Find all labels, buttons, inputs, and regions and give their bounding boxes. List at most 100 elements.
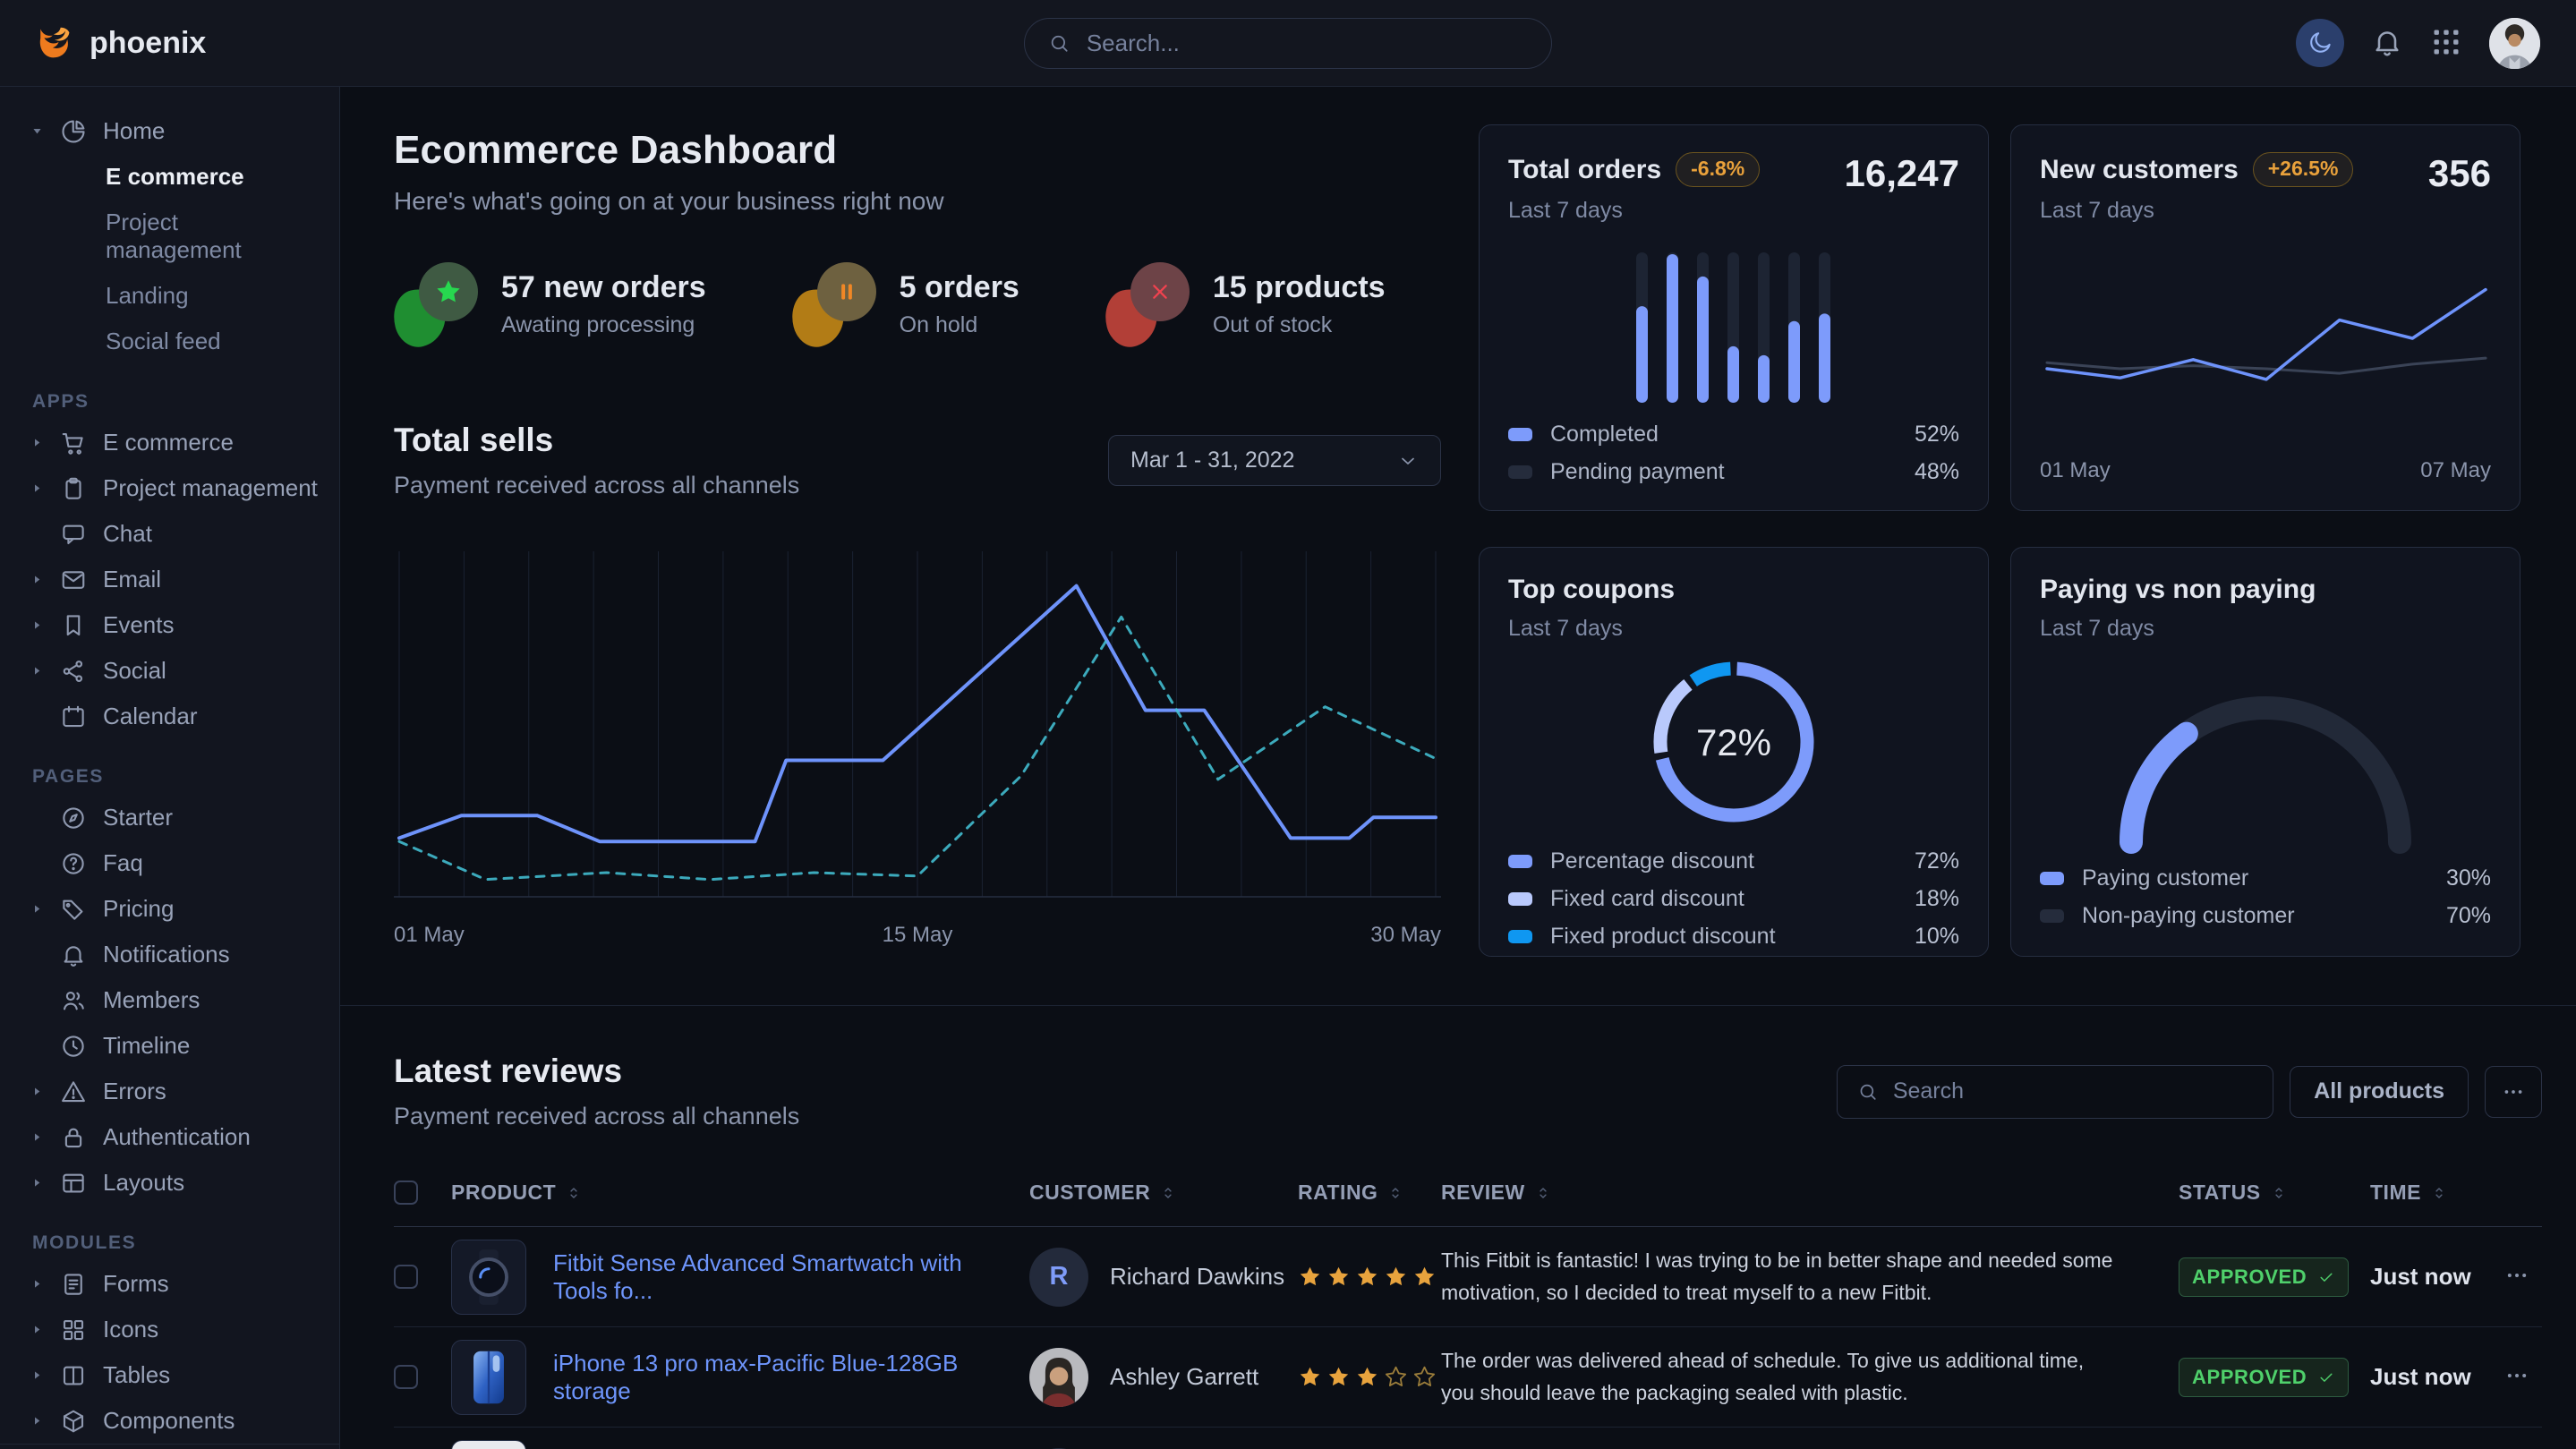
chevron-down-icon — [1397, 450, 1419, 472]
sidebar-item-social[interactable]: Social — [0, 648, 339, 694]
legend-item: Pending payment48% — [1508, 459, 1959, 485]
stat-amber: 5 ordersOn hold — [792, 262, 1019, 346]
total-orders-legend: Completed52%Pending payment48% — [1508, 422, 1959, 485]
sidebar-item-calendar[interactable]: Calendar — [0, 694, 339, 739]
sidebar-item-events[interactable]: Events — [0, 602, 339, 648]
column-label: STATUS — [2179, 1181, 2261, 1205]
apps-menu-button[interactable] — [2430, 26, 2462, 61]
sidebar-item-icons[interactable]: Icons — [0, 1307, 339, 1352]
sidebar-item-email[interactable]: Email — [0, 557, 339, 602]
legend-item: Non-paying customer70% — [2040, 903, 2491, 929]
legend-swatch — [1508, 930, 1532, 943]
sidebar-item-layouts[interactable]: Layouts — [0, 1160, 339, 1206]
product-cell — [451, 1440, 1029, 1449]
product-link[interactable]: iPhone 13 pro max-Pacific Blue-128GB sto… — [553, 1350, 1029, 1405]
column-header-rating[interactable]: RATING — [1298, 1181, 1441, 1205]
legend-swatch — [1508, 892, 1532, 906]
sidebar-subitem-e-commerce[interactable]: E commerce — [0, 154, 339, 200]
row-checkbox[interactable] — [394, 1265, 418, 1289]
legend-value: 18% — [1915, 886, 1959, 912]
total-sells-x-axis: 01 May 15 May 30 May — [394, 923, 1441, 948]
xmark-icon — [1146, 277, 1174, 306]
sidebar-item-components[interactable]: Components — [0, 1398, 339, 1444]
column-header-status[interactable]: STATUS — [2179, 1181, 2370, 1205]
review-text: The order was delivered ahead of schedul… — [1441, 1345, 2179, 1409]
reviews-subtitle: Payment received across all channels — [394, 1103, 799, 1130]
column-label: REVIEW — [1441, 1181, 1525, 1205]
column-header-review[interactable]: REVIEW — [1441, 1181, 2179, 1205]
reviews-table-header: PRODUCT CUSTOMER RATINGREVIEW STATUS TIME — [394, 1166, 2542, 1227]
all-products-button[interactable]: All products — [2290, 1066, 2469, 1118]
global-search-input[interactable] — [1087, 30, 1528, 57]
review-row — [394, 1428, 2542, 1449]
trend-badge: +26.5% — [2253, 152, 2354, 187]
sidebar-item-home[interactable]: Home — [0, 108, 339, 154]
row-menu-button[interactable] — [2492, 1363, 2542, 1391]
global-search[interactable] — [1024, 18, 1552, 69]
date-range-value: Mar 1 - 31, 2022 — [1130, 447, 1294, 473]
caret-right-icon — [30, 664, 44, 678]
column-label: CUSTOMER — [1029, 1181, 1150, 1205]
product-cell: iPhone 13 pro max-Pacific Blue-128GB sto… — [451, 1340, 1029, 1415]
legend-label: Non-paying customer — [2082, 903, 2295, 929]
sidebar-item-members[interactable]: Members — [0, 977, 339, 1023]
stat-bubble — [419, 262, 478, 321]
sidebar-item-authentication[interactable]: Authentication — [0, 1114, 339, 1160]
stat-text: 5 ordersOn hold — [900, 270, 1019, 338]
sidebar-item-project-management[interactable]: Project management — [0, 465, 339, 511]
sidebar-item-label: Timeline — [103, 1032, 190, 1060]
sidebar-item-notifications[interactable]: Notifications — [0, 932, 339, 977]
sidebar-subitem-landing[interactable]: Landing — [0, 273, 339, 319]
reviews-search-input[interactable] — [1893, 1078, 2253, 1104]
grid-menu-icon — [2430, 26, 2462, 58]
user-avatar[interactable] — [2489, 18, 2540, 69]
column-header-product[interactable]: PRODUCT — [451, 1181, 1029, 1205]
sidebar-item-starter[interactable]: Starter — [0, 795, 339, 840]
product-link[interactable]: Fitbit Sense Advanced Smartwatch with To… — [553, 1249, 1029, 1305]
legend-label: Pending payment — [1550, 459, 1725, 485]
sidebar-subitem-project-management[interactable]: Project management — [0, 200, 339, 273]
phoenix-flame-icon — [36, 22, 77, 64]
customer-cell: Ashley Garrett — [1029, 1348, 1298, 1407]
notifications-button[interactable] — [2371, 26, 2403, 61]
cube-icon — [60, 1408, 87, 1435]
sidebar-item-faq[interactable]: Faq — [0, 840, 339, 886]
mail-icon — [60, 567, 87, 593]
column-header-time[interactable]: TIME — [2370, 1181, 2492, 1205]
legend-label: Paying customer — [2082, 865, 2248, 891]
date-range-select[interactable]: Mar 1 - 31, 2022 — [1108, 435, 1441, 486]
sidebar-subitem-social-feed[interactable]: Social feed — [0, 319, 339, 364]
calendar-icon — [60, 703, 87, 730]
stat-value: 15 products — [1213, 270, 1386, 305]
status-cell: APPROVED — [2179, 1257, 2370, 1297]
sidebar-item-tables[interactable]: Tables — [0, 1352, 339, 1398]
sidebar-item-pricing[interactable]: Pricing — [0, 886, 339, 932]
x-tick: 15 May — [883, 923, 953, 948]
reviews-more-button[interactable] — [2485, 1066, 2542, 1118]
sidebar-item-label: Email — [103, 566, 161, 593]
row-menu-button[interactable] — [2492, 1263, 2542, 1291]
stat-sublabel: On hold — [900, 312, 1019, 338]
legend-item: Fixed card discount18% — [1508, 886, 1959, 912]
sidebar-item-timeline[interactable]: Timeline — [0, 1023, 339, 1069]
sidebar-item-chat[interactable]: Chat — [0, 511, 339, 557]
new-customers-card: New customers +26.5% Last 7 days 356 01 … — [2010, 124, 2521, 511]
theme-toggle-button[interactable] — [2296, 19, 2344, 67]
card-title: Total orders — [1508, 155, 1661, 185]
bell-icon — [60, 942, 87, 968]
x-tick: 01 May — [394, 923, 465, 948]
column-label: PRODUCT — [451, 1181, 556, 1205]
caret-none-icon — [30, 1039, 44, 1053]
sidebar-item-e-commerce[interactable]: E commerce — [0, 420, 339, 465]
star-filled-icon — [1298, 1265, 1322, 1289]
column-header-customer[interactable]: CUSTOMER — [1029, 1181, 1298, 1205]
select-all-checkbox[interactable] — [394, 1181, 418, 1205]
reviews-search[interactable] — [1837, 1065, 2273, 1119]
brand-logo[interactable]: phoenix — [36, 22, 206, 64]
sidebar-item-errors[interactable]: Errors — [0, 1069, 339, 1114]
caret-right-icon — [30, 1130, 44, 1144]
row-checkbox[interactable] — [394, 1365, 418, 1389]
sidebar-item-forms[interactable]: Forms — [0, 1261, 339, 1307]
collapsed-view-toggle[interactable]: Collapsed View — [0, 1444, 339, 1449]
reviews-title: Latest reviews — [394, 1053, 799, 1090]
